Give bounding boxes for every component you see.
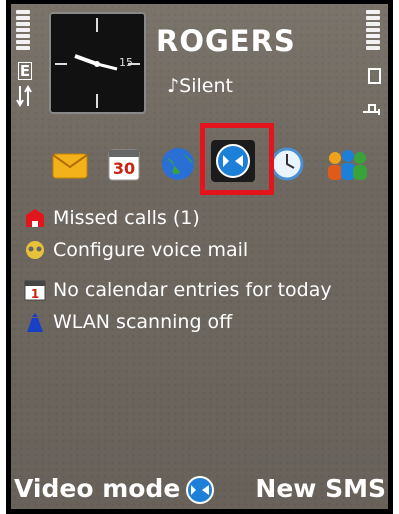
home-screen: E 15 ROGERS ♪Silent 30 Missed calls (1) … — [11, 4, 388, 509]
list-item-label: WLAN scanning off — [53, 311, 233, 333]
data-transfer-icon — [16, 84, 32, 112]
usb-icon — [361, 100, 383, 120]
list-item-label: Missed calls (1) — [53, 207, 200, 229]
missed-call-icon — [26, 209, 44, 227]
profile-label: Silent — [179, 75, 233, 97]
battery-level-icon — [366, 10, 380, 52]
contacts-icon[interactable] — [323, 146, 371, 182]
list-item[interactable]: 1 No calendar entries for today — [23, 276, 332, 304]
right-softkey[interactable]: New SMS — [255, 474, 386, 503]
calendar-icon[interactable]: 30 — [105, 146, 143, 182]
voicemail-icon — [26, 241, 44, 259]
calendar-small-icon: 1 — [24, 280, 46, 301]
globe-icon[interactable] — [159, 146, 197, 182]
profile-indicator[interactable]: ♪Silent — [167, 75, 233, 97]
clock-date: 15 — [119, 56, 133, 69]
list-item[interactable]: WLAN scanning off — [23, 308, 232, 336]
operator-name: ROGERS — [156, 24, 296, 58]
selection-highlight — [200, 123, 274, 195]
svg-text:30: 30 — [113, 159, 135, 178]
envelope-icon[interactable] — [51, 146, 89, 182]
list-item[interactable]: Configure voice mail — [23, 236, 248, 264]
list-item-label: No calendar entries for today — [53, 279, 332, 301]
wlan-icon — [27, 313, 43, 332]
signal-strength-icon — [16, 10, 30, 52]
left-softkey[interactable]: Video mode — [14, 474, 180, 503]
softkey-bar: Video mode New SMS — [11, 472, 388, 508]
video-mode-icon — [183, 475, 217, 505]
silent-note-icon: ♪ — [167, 75, 180, 97]
list-item-label: Configure voice mail — [53, 239, 249, 261]
svg-text:1: 1 — [31, 287, 39, 301]
list-item[interactable]: Missed calls (1) — [23, 204, 200, 232]
battery-icon — [368, 68, 381, 84]
signal-label: E — [18, 62, 32, 80]
phone-frame: E 15 ROGERS ♪Silent 30 Missed calls (1) … — [6, 0, 393, 514]
clock-widget[interactable]: 15 — [49, 12, 146, 114]
